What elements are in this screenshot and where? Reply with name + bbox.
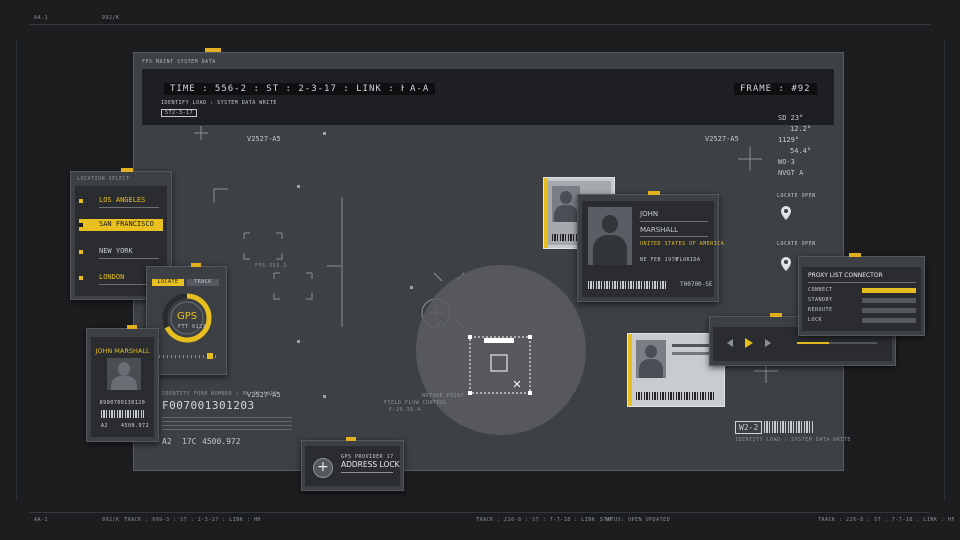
city-underline (99, 258, 159, 259)
city-name: LONDON (99, 273, 125, 281)
gps-tab-track[interactable]: TRACK (187, 279, 219, 286)
id-footer-a: A2 (162, 437, 172, 446)
city-panel-title: LOCATION SELECT (77, 176, 130, 182)
bullet-icon (79, 250, 83, 254)
right-rail (944, 40, 945, 500)
id-number: F007001301203 (162, 399, 255, 412)
id-card-number: 8900700130120 (99, 400, 146, 406)
gps-marker (207, 353, 213, 359)
bottom-rule (30, 512, 930, 513)
gps-label: GPS (177, 311, 198, 322)
target-label: FIELD FLOW CONTROL (384, 400, 448, 406)
bottom-barcode (636, 392, 716, 400)
bullet-icon (79, 276, 83, 280)
id-card-footer-left: A2 (101, 423, 109, 429)
status-far: TRACK : 226-8 : ST : 7-7-18 : LINK : HF (818, 517, 955, 523)
left-rail (16, 40, 17, 500)
player-track[interactable] (797, 342, 877, 344)
profile-card-main: JOHN MARSHALL UNITED STATES OF AMERICA N… (577, 191, 724, 302)
status-right: STATUS: OPEN UPDATED (600, 517, 671, 523)
forward-icon[interactable] (765, 339, 771, 347)
person-silhouette-icon (636, 340, 666, 378)
city-underline (99, 207, 159, 208)
id-label: IDENTITY FORM NUMBER / ML SQ LAND (162, 391, 278, 397)
city-item-los-angeles[interactable]: LOS ANGELES (79, 193, 163, 209)
id-card-name: JOHN MARSHALL (95, 347, 150, 355)
main-window: FPS MAINT SYSTEM DATA TIME : 556-2 : ST … (133, 52, 850, 471)
gps-sub: FTT 0123 (178, 324, 207, 330)
profile-first: JOHN (640, 210, 659, 218)
profile-code: T00700-SE (680, 281, 713, 288)
top-left-code2: 992/K (102, 15, 120, 21)
proxy-row[interactable]: REROUTE (808, 307, 916, 314)
profile-field1: NE FEB 1978 (640, 257, 679, 263)
gps-tab-locate[interactable]: LOCATE (152, 279, 184, 286)
id-card-inner: JOHN MARSHALL 8900700130120 A2 4500.972 (91, 337, 154, 437)
main-window-tab (205, 48, 221, 52)
top-rule (30, 24, 930, 25)
profile-inner: JOHN MARSHALL UNITED STATES OF AMERICA N… (582, 201, 724, 297)
w-code: W2-2 (735, 421, 763, 434)
profile-last: MARSHALL (640, 226, 678, 234)
nature-label: NATURE POINT (422, 393, 465, 399)
rewind-icon[interactable] (727, 339, 733, 347)
profile-field2: FLORIDA (676, 257, 701, 263)
target-coord: F-20.39.4 (389, 407, 421, 413)
city-item-san-francisco[interactable]: SAN FRANCISCO (79, 219, 163, 231)
id-footer-c: 4500.972 (202, 437, 241, 446)
bottom-left-code2: 992/K (102, 517, 120, 523)
top-left-code: AA-1 (34, 15, 49, 21)
person-silhouette-icon (552, 186, 580, 222)
w-barcode (764, 421, 814, 433)
id-card-barcode (101, 410, 144, 418)
city-name: LOS ANGELES (99, 196, 146, 204)
city-item-new-york[interactable]: NEW YORK (79, 244, 163, 260)
person-silhouette-icon (107, 358, 141, 390)
proxy-inner: PROXY LIST CONNECTOR CONNECT STANDBY RER… (802, 267, 921, 331)
play-icon[interactable] (745, 338, 753, 348)
city-name: NEW YORK (99, 247, 133, 255)
plus-icon[interactable]: + (313, 458, 333, 478)
status-left: TRACK : 999-3 : ST : 2-3-17 : LINK : HH (124, 517, 261, 523)
proxy-row[interactable]: CONNECT (808, 287, 916, 294)
proxy-title: PROXY LIST CONNECTOR (808, 272, 883, 279)
pos-label: FPS-393.3 (255, 263, 287, 269)
bullet-icon (79, 199, 83, 203)
person-silhouette-icon (588, 207, 632, 265)
proxy-panel: PROXY LIST CONNECTOR CONNECT STANDBY RER… (798, 253, 925, 336)
id-card-left: JOHN MARSHALL 8900700130120 A2 4500.972 (86, 325, 159, 442)
address-label[interactable]: ADDRESS LOCK (341, 460, 400, 469)
city-name: SAN FRANCISCO (99, 220, 154, 228)
status-mid: TRACK : 226-8 : ST : 7-7-18 : LINK : HF (476, 517, 613, 523)
id-card-footer-right: 4500.972 (121, 423, 150, 429)
proxy-row[interactable]: LOCK (808, 317, 916, 324)
address-inner: + GPS PROVIDER 17 ADDRESS LOCK (305, 446, 400, 486)
id-fine-print (162, 416, 292, 430)
player-progress (797, 342, 829, 344)
id-footer-b: 17C (182, 437, 197, 446)
w-sub: IDENTITY LOAD : SYSTEM DATA WRITE (735, 437, 851, 443)
bottom-left-code: AA-1 (34, 517, 49, 523)
bullet-icon (79, 223, 83, 227)
address-lock-panel: + GPS PROVIDER 17 ADDRESS LOCK (301, 437, 404, 491)
address-rule (341, 472, 393, 473)
proxy-row[interactable]: STANDBY (808, 297, 916, 304)
profile-barcode (588, 281, 668, 289)
profile-country: UNITED STATES OF AMERICA (640, 241, 725, 247)
